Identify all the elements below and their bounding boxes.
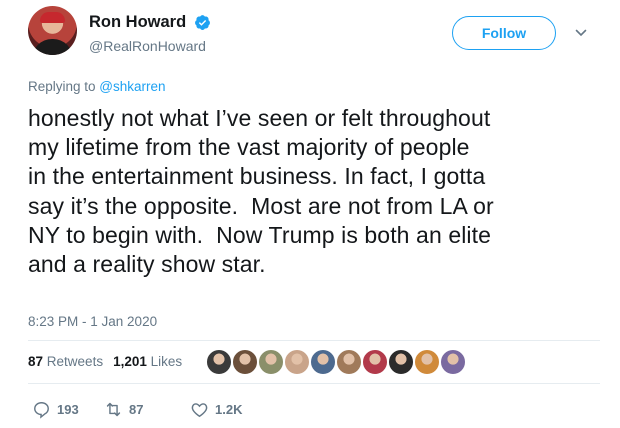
liker-avatar[interactable] [362, 349, 388, 375]
replying-to-prefix: Replying to [28, 79, 100, 94]
like-count: 1.2K [215, 402, 243, 417]
liker-avatar[interactable] [310, 349, 336, 375]
divider [28, 383, 600, 384]
avatar-cap [40, 12, 65, 23]
liker-avatar[interactable] [388, 349, 414, 375]
heart-icon [191, 403, 208, 418]
liker-avatar[interactable] [206, 349, 232, 375]
liker-avatar[interactable] [258, 349, 284, 375]
tweet-text: honestly not what I’ve seen or felt thro… [28, 105, 494, 278]
liker-avatar[interactable] [414, 349, 440, 375]
retweet-count: 87 [129, 402, 144, 417]
author-name-block[interactable]: Ron Howard @RealRonHoward [89, 13, 211, 54]
liker-avatar[interactable] [336, 349, 362, 375]
retweets-label[interactable]: Retweets [47, 354, 103, 369]
author-handle[interactable]: @RealRonHoward [89, 38, 211, 54]
author-avatar[interactable] [28, 6, 77, 55]
replying-to-mention[interactable]: @shkarren [99, 79, 165, 94]
retweet-action[interactable]: 87 [104, 400, 143, 420]
retweets-count[interactable]: 87 [28, 354, 43, 369]
follow-button[interactable]: Follow [452, 16, 556, 50]
avatar-body [32, 39, 73, 55]
reply-count: 193 [57, 402, 79, 417]
tweet-timestamp[interactable]: 8:23 PM - 1 Jan 2020 [28, 314, 157, 329]
liker-avatar[interactable] [232, 349, 258, 375]
reply-icon [34, 402, 49, 419]
chevron-down-icon[interactable] [575, 27, 587, 39]
likes-label[interactable]: Likes [151, 354, 183, 369]
like-action[interactable]: 1.2K [190, 400, 242, 420]
reply-action[interactable]: 193 [32, 400, 79, 420]
tweet-header: Ron Howard @RealRonHoward Follow [28, 6, 598, 64]
replying-to: Replying to @shkarren [28, 79, 166, 94]
verified-badge-icon [194, 15, 210, 30]
retweet-icon [106, 402, 121, 417]
liker-avatar[interactable] [284, 349, 310, 375]
likes-count[interactable]: 1,201 [113, 354, 147, 369]
engagement-stats: 87 Retweets 1,201 Likes [28, 354, 182, 369]
divider [28, 340, 600, 341]
liker-avatar[interactable] [440, 349, 466, 375]
author-display-name[interactable]: Ron Howard [89, 13, 186, 32]
